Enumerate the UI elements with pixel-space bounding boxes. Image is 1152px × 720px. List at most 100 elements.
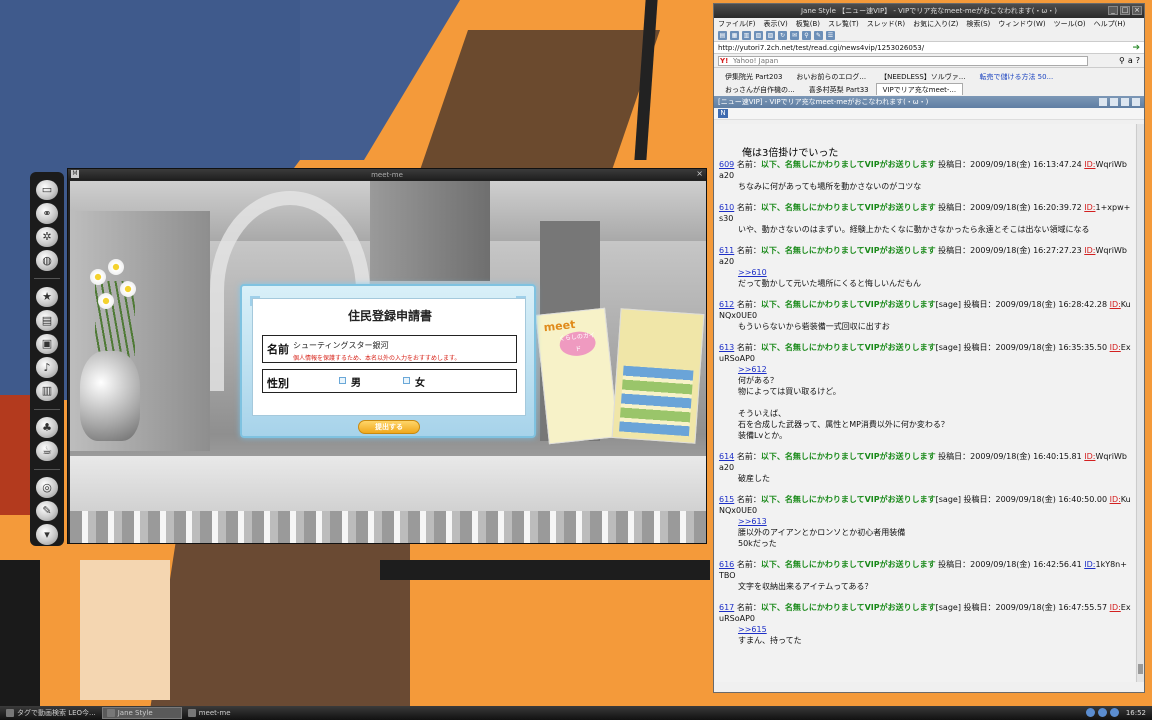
post-number-link[interactable]: 612 xyxy=(719,300,734,309)
help-icon[interactable]: ? xyxy=(1136,56,1140,65)
toolbar-icon[interactable]: ▥ xyxy=(742,31,751,40)
trash-icon[interactable]: ▾ xyxy=(36,524,58,545)
thread-tab[interactable]: おっさんが自作機の... xyxy=(718,83,802,95)
taskbar-item[interactable]: タグで動画検索 LEO今... xyxy=(2,707,100,719)
jane-titlebar[interactable]: Jane Style 【ニュー速VIP】 - VIPでリア充なmeet-meがお… xyxy=(714,4,1144,18)
ime-icon[interactable] xyxy=(1109,708,1119,717)
search-icon[interactable]: ⚲ xyxy=(1119,56,1125,65)
tree-icon[interactable]: ♣ xyxy=(36,417,58,438)
refresh-icon[interactable] xyxy=(1099,98,1107,106)
post-id-label[interactable]: ID: xyxy=(1084,452,1095,461)
menu-item[interactable]: ウィンドウ(W) xyxy=(998,19,1045,29)
thread-tab[interactable]: 伊集院光 Part203 xyxy=(718,70,789,82)
cup-icon[interactable]: ☕ xyxy=(36,440,58,462)
post-line: もういらないから砦装備一式回収に出すお xyxy=(738,322,890,331)
reply-anchor-link[interactable]: >>612 xyxy=(738,364,1131,375)
taskbar-item[interactable]: Jane Style xyxy=(101,707,182,719)
toolbar-icon[interactable]: ▧ xyxy=(754,31,763,40)
close-icon[interactable]: × xyxy=(1132,6,1142,15)
toolbar-icon[interactable]: ✉ xyxy=(790,31,799,40)
thread-tab[interactable]: 転売で儲ける方法 50... xyxy=(972,70,1060,82)
post-id-label[interactable]: ID: xyxy=(1084,560,1095,569)
menu-item[interactable]: スレッド(R) xyxy=(867,19,905,29)
post-number-link[interactable]: 610 xyxy=(719,203,734,212)
settings-icon[interactable]: ✲ xyxy=(36,226,58,248)
menu-item[interactable]: スレ覧(T) xyxy=(828,19,859,29)
new-icon[interactable]: N xyxy=(718,109,728,118)
post-id-label[interactable]: ID: xyxy=(1110,603,1121,612)
post-number-link[interactable]: 616 xyxy=(719,560,734,569)
menu-item[interactable]: ツール(O) xyxy=(1054,19,1086,29)
post-number-link[interactable]: 617 xyxy=(719,603,734,612)
music-icon[interactable]: ♪ xyxy=(36,357,58,378)
close-icon[interactable]: × xyxy=(696,169,703,178)
toolbar-icon[interactable]: ↻ xyxy=(778,31,787,40)
star-icon[interactable]: ★ xyxy=(36,286,58,308)
post-number-link[interactable]: 615 xyxy=(719,495,734,504)
menu-item[interactable]: お気に入り(Z) xyxy=(913,19,958,29)
toolbar-icon[interactable]: ✎ xyxy=(814,31,823,40)
globe-icon[interactable]: ◍ xyxy=(36,250,58,271)
toolbar-icon[interactable]: ▦ xyxy=(730,31,739,40)
network-icon[interactable]: ⚭ xyxy=(36,203,58,224)
male-checkbox[interactable] xyxy=(339,377,346,384)
thread-tab[interactable]: VIPでリア充なmeet-... xyxy=(875,83,964,95)
write-icon[interactable] xyxy=(1110,98,1118,106)
submit-button[interactable]: 提出する xyxy=(358,420,420,434)
post: 612 名前：以下、名無しにかわりましてVIPがお送りします[sage] 投稿日… xyxy=(719,299,1131,332)
cd-icon[interactable]: ◎ xyxy=(36,476,58,498)
post-header: 615 名前：以下、名無しにかわりましてVIPがお送りします[sage] 投稿日… xyxy=(719,494,1131,516)
menu-item[interactable]: 検索(S) xyxy=(966,19,990,29)
toolbar-icon[interactable]: ☰ xyxy=(826,31,835,40)
post-id-label[interactable]: ID: xyxy=(1110,343,1121,352)
post-id-label[interactable]: ID: xyxy=(1110,495,1121,504)
menu-item[interactable]: ファイル(F) xyxy=(718,19,756,29)
toolbar-icon[interactable]: ⚲ xyxy=(802,31,811,40)
reply-anchor-link[interactable]: >>615 xyxy=(738,624,1131,635)
toolbar-icon[interactable]: ▨ xyxy=(766,31,775,40)
reply-anchor-link[interactable]: >>613 xyxy=(738,516,1131,527)
name-input[interactable] xyxy=(293,338,483,352)
post-id-label[interactable]: ID: xyxy=(1084,246,1095,255)
female-checkbox[interactable] xyxy=(403,377,410,384)
thread-content[interactable]: 俺は3倍掛けでいった 609 名前：以下、名無しにかわりましてVIPがお送りしま… xyxy=(715,124,1135,682)
toolbar-icon[interactable]: ▤ xyxy=(718,31,727,40)
network-icon[interactable] xyxy=(1085,708,1095,717)
amazon-icon[interactable]: a xyxy=(1128,56,1133,65)
reply-anchor-link[interactable]: >>610 xyxy=(738,267,1131,278)
disk-icon[interactable]: ▥ xyxy=(36,380,58,402)
post-number-link[interactable]: 613 xyxy=(719,343,734,352)
volume-icon[interactable] xyxy=(1097,708,1107,717)
minimize-icon[interactable]: _ xyxy=(1108,6,1118,15)
brochure[interactable] xyxy=(611,308,705,444)
scrollbar[interactable] xyxy=(1136,124,1144,682)
menu-item[interactable]: 板覧(B) xyxy=(796,19,820,29)
thread-tab[interactable]: おいお前らのエログ... xyxy=(789,70,873,82)
taskbar-item[interactable]: meet-me xyxy=(184,707,235,719)
bookmark-icon[interactable] xyxy=(1121,98,1129,106)
brochure[interactable]: meet くらしのガイド xyxy=(535,307,619,445)
post-number-link[interactable]: 609 xyxy=(719,160,734,169)
search-input[interactable] xyxy=(718,55,1088,66)
menu-item[interactable]: 表示(V) xyxy=(764,19,788,29)
post-id-label[interactable]: ID: xyxy=(1110,300,1121,309)
address-bar[interactable]: http://yutori7.2ch.net/test/read.cgi/new… xyxy=(714,42,1144,54)
thread-tab[interactable]: 喜多村英梨 Part33 xyxy=(802,83,876,95)
post-author: 以下、名無しにかわりましてVIPがお送りします xyxy=(760,603,936,612)
thread-tab[interactable]: 【NEEDLESS】ソルヴァ... xyxy=(873,70,972,82)
wrench-icon[interactable]: ✎ xyxy=(36,500,58,522)
post-id-label[interactable]: ID: xyxy=(1084,160,1095,169)
daffodil-icon xyxy=(98,293,114,309)
scrollbar-thumb[interactable] xyxy=(1138,664,1143,674)
book-icon[interactable]: ▤ xyxy=(36,310,58,331)
meetme-titlebar[interactable]: M meet-me × xyxy=(68,169,706,180)
portrait-icon[interactable]: ▣ xyxy=(36,333,58,355)
monitor-icon[interactable]: ▭ xyxy=(36,179,58,201)
go-icon[interactable]: ➔ xyxy=(1132,43,1140,53)
menu-item[interactable]: ヘルプ(H) xyxy=(1094,19,1126,29)
close-icon[interactable] xyxy=(1132,98,1140,106)
post-number-link[interactable]: 611 xyxy=(719,246,734,255)
post-id-label[interactable]: ID: xyxy=(1084,203,1095,212)
post-number-link[interactable]: 614 xyxy=(719,452,734,461)
maximize-icon[interactable]: □ xyxy=(1120,6,1130,15)
